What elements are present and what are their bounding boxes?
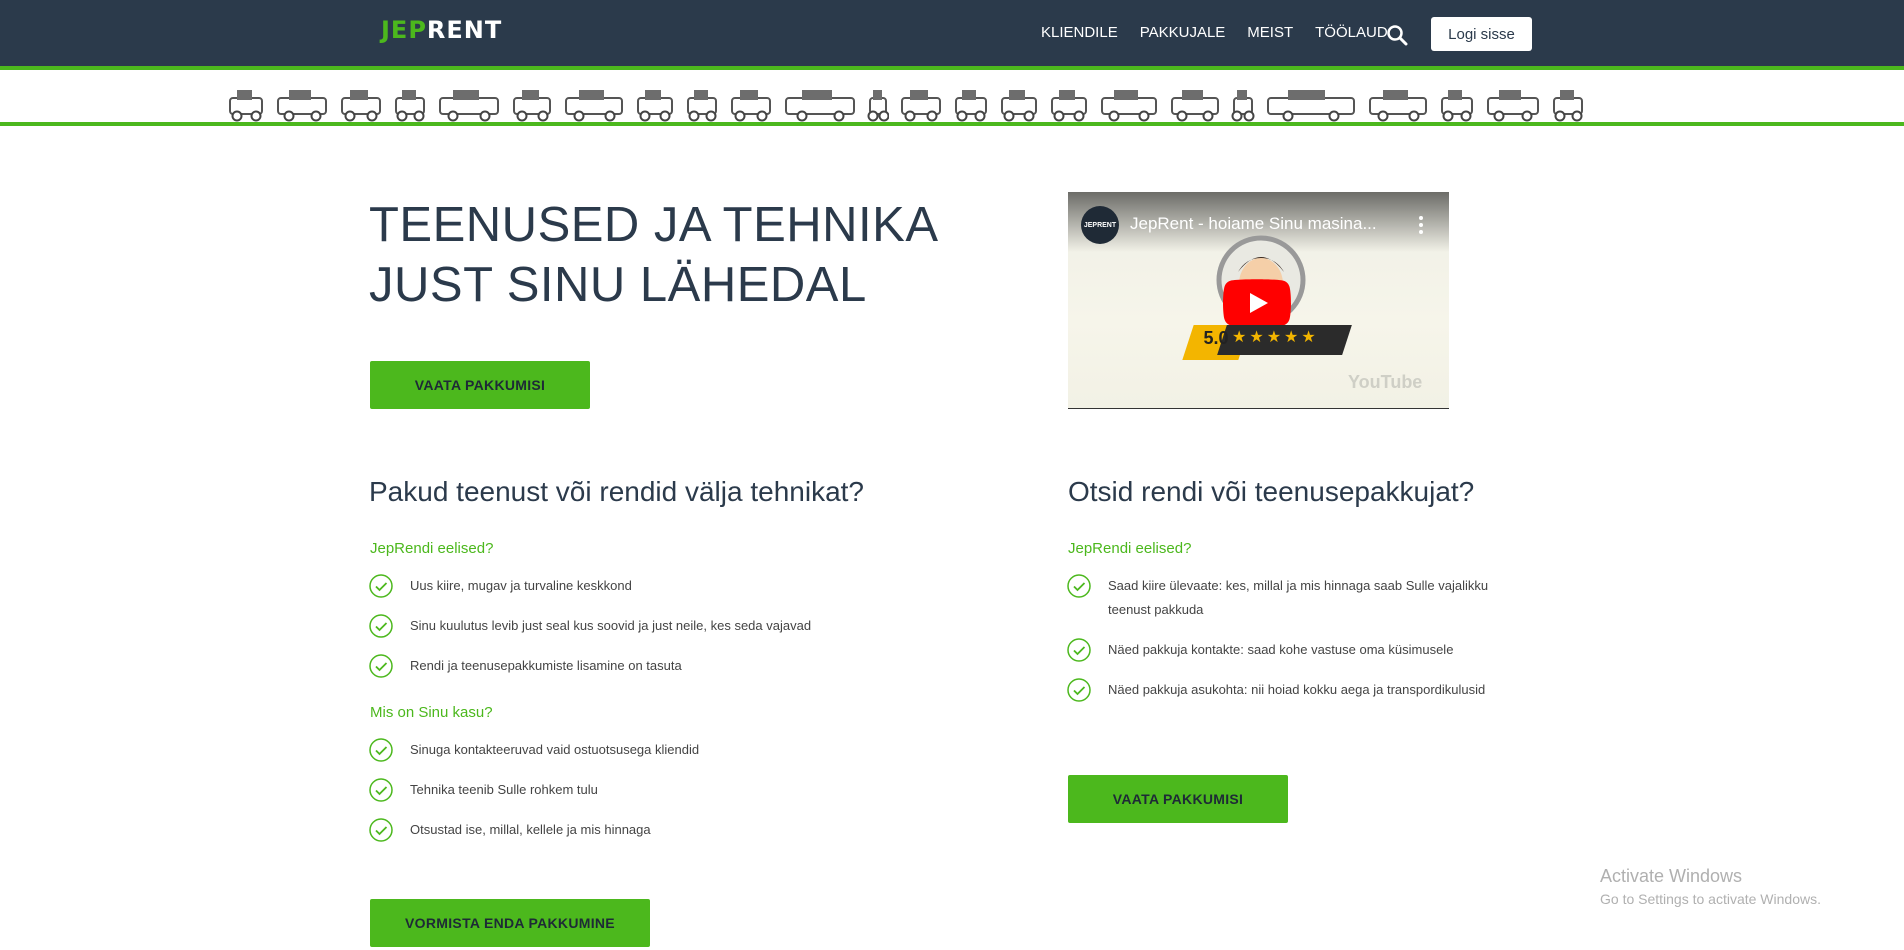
tow-truck-icon[interactable] xyxy=(1265,86,1357,122)
atv-icon[interactable] xyxy=(953,86,989,122)
check-icon xyxy=(369,738,393,762)
provider-benefits-heading: JepRendi eelised? xyxy=(370,540,494,557)
check-icon xyxy=(1067,638,1091,662)
provider-gain-3: Otsustad ise, millal, kellele ja mis hin… xyxy=(410,822,651,837)
scaffold-icon[interactable] xyxy=(1231,86,1255,122)
dump-truck-icon[interactable] xyxy=(1485,86,1541,122)
login-button[interactable]: Logi sisse xyxy=(1431,17,1532,51)
check-icon xyxy=(369,574,393,598)
equipment-icons xyxy=(227,82,1677,122)
mini-excavator-icon[interactable] xyxy=(393,86,427,122)
cleaning-worker-icon[interactable] xyxy=(339,86,383,122)
search-icon[interactable] xyxy=(1386,24,1408,46)
hero-title-line2: JUST SINU LÄHEDAL xyxy=(369,258,867,312)
service-van-icon[interactable] xyxy=(1367,86,1429,122)
container-truck-icon[interactable] xyxy=(783,86,857,122)
lawn-mower-icon[interactable] xyxy=(1439,86,1475,122)
provider-gain-heading: Mis on Sinu kasu? xyxy=(370,704,493,721)
backhoe-icon[interactable] xyxy=(1169,86,1221,122)
nav-kliendile[interactable]: KLIENDILE xyxy=(1041,24,1118,41)
fitter-icon[interactable] xyxy=(867,86,889,122)
skid-loader-icon[interactable] xyxy=(275,86,329,122)
workers-carrying-icon[interactable] xyxy=(437,86,501,122)
digger-icon[interactable] xyxy=(1099,86,1159,122)
road-roller-icon[interactable] xyxy=(563,86,625,122)
youtube-watermark[interactable]: YouTube xyxy=(1348,372,1422,393)
view-offers-button-secondary[interactable]: VAATA PAKKUMISI xyxy=(1068,775,1288,823)
create-offer-button[interactable]: VORMISTA ENDA PAKKUMINE xyxy=(370,899,650,947)
jeprent-logo[interactable]: JEPRENT xyxy=(381,16,502,44)
concrete-mixer-icon[interactable] xyxy=(1551,86,1585,122)
logo-rent: RENT xyxy=(426,16,503,44)
provider-gain-1: Sinuga kontakteeruvad vaid ostuotsusega … xyxy=(410,742,700,757)
top-navigation-bar: JEPRENT KLIENDILE PAKKUJALE MEIST TÖÖLAU… xyxy=(0,0,1904,70)
check-icon xyxy=(1067,574,1091,598)
tracked-lift-icon[interactable] xyxy=(635,86,675,122)
provider-gain-2: Tehnika teenib Sulle rohkem tulu xyxy=(410,782,598,797)
seeker-benefit-1-line1: Saad kiire ülevaate: kes, millal ja mis … xyxy=(1108,578,1489,593)
seeker-benefit-2: Näed pakkuja kontakte: saad kohe vastuse… xyxy=(1108,642,1454,657)
rating-stars: ★★★★★ xyxy=(1232,329,1319,346)
seeker-benefit-3: Näed pakkuja asukohta: nii hoiad kokku a… xyxy=(1108,682,1486,697)
check-icon xyxy=(369,614,393,638)
channel-avatar[interactable]: JEPRENT xyxy=(1081,206,1119,244)
movers-icon[interactable] xyxy=(1049,86,1089,122)
view-offers-button[interactable]: VAATA PAKKUMISI xyxy=(370,361,590,409)
activate-windows-subtitle: Go to Settings to activate Windows. xyxy=(1600,891,1821,907)
check-icon xyxy=(369,818,393,842)
provider-benefit-3: Rendi ja teenusepakkumiste lisamine on t… xyxy=(410,658,682,673)
telehandler-icon[interactable] xyxy=(227,86,265,122)
activate-windows-title: Activate Windows xyxy=(1600,866,1743,886)
hero-title: TEENUSED JA TEHNIKA JUST SINU LÄHEDAL xyxy=(369,195,939,315)
check-icon xyxy=(1067,678,1091,702)
van-icon[interactable] xyxy=(899,86,943,122)
video-title[interactable]: JepRent - hoiame Sinu masina... xyxy=(1130,214,1377,234)
seeker-benefits-heading: JepRendi eelised? xyxy=(1068,540,1192,557)
seeker-benefit-1-line2: teenust pakkuda xyxy=(1108,602,1204,617)
chainsaw-icon[interactable] xyxy=(685,86,719,122)
scissor-lift-icon[interactable] xyxy=(511,86,553,122)
nav-toolaud[interactable]: TÖÖLAUD xyxy=(1315,24,1388,41)
forklift-icon[interactable] xyxy=(729,86,773,122)
generator-icon[interactable] xyxy=(999,86,1039,122)
logo-jep: JEP xyxy=(381,16,427,44)
provider-benefit-1: Uus kiire, mugav ja turvaline keskkond xyxy=(410,578,632,593)
provider-benefit-2: Sinu kuulutus levib just seal kus soovid… xyxy=(410,618,812,633)
nav-pakkujale[interactable]: PAKKUJALE xyxy=(1140,24,1226,41)
nav-meist[interactable]: MEIST xyxy=(1247,24,1293,41)
check-icon xyxy=(369,654,393,678)
more-options-icon[interactable] xyxy=(1411,212,1431,238)
hero-title-line1: TEENUSED JA TEHNIKA xyxy=(369,198,939,252)
seeker-heading: Otsid rendi või teenusepakkujat? xyxy=(1068,476,1475,507)
provider-heading: Pakud teenust või rendid välja tehnikat? xyxy=(369,476,864,507)
equipment-category-strip xyxy=(0,74,1904,126)
check-icon xyxy=(369,778,393,802)
main-nav: KLIENDILE PAKKUJALE MEIST TÖÖLAUD xyxy=(1041,24,1410,41)
play-icon[interactable] xyxy=(1223,279,1291,327)
